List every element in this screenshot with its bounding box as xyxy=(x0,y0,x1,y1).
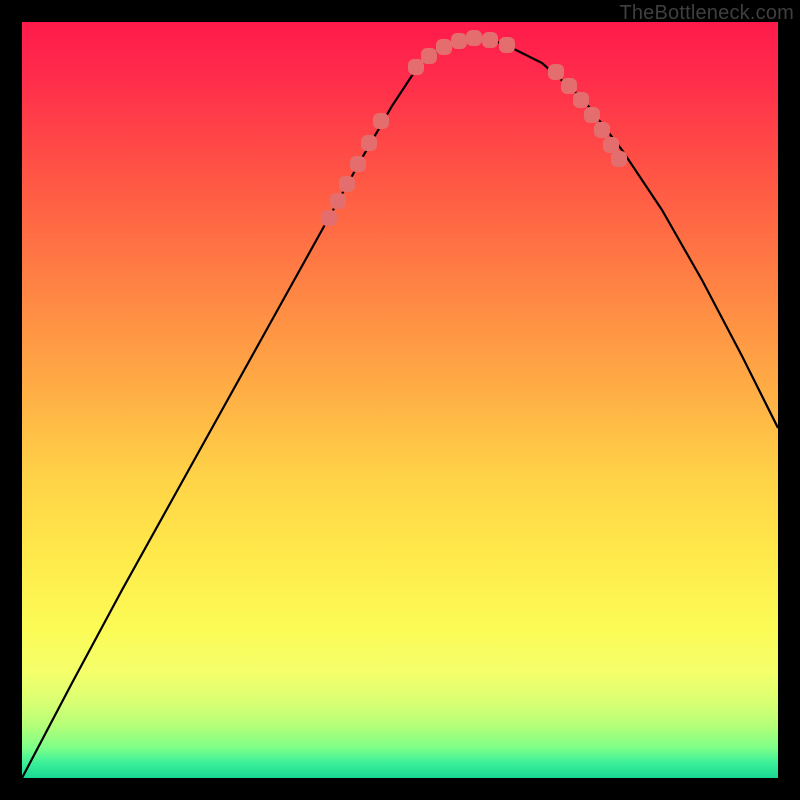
marker-dot xyxy=(330,193,346,209)
marker-dot xyxy=(339,176,355,192)
marker-dot xyxy=(466,30,482,46)
chart-plot-area xyxy=(22,22,778,778)
marker-dot xyxy=(573,92,589,108)
marker-dot xyxy=(321,210,337,226)
marker-dot xyxy=(548,64,564,80)
marker-dot xyxy=(561,78,577,94)
marker-dot xyxy=(350,156,366,172)
marker-dot xyxy=(451,33,467,49)
marker-dot xyxy=(594,122,610,138)
bottleneck-curve xyxy=(22,38,778,778)
marker-dot xyxy=(584,107,600,123)
marker-dot xyxy=(421,48,437,64)
marker-dot xyxy=(373,113,389,129)
marker-dot xyxy=(408,59,424,75)
marker-dot xyxy=(436,39,452,55)
watermark-text: TheBottleneck.com xyxy=(619,2,794,25)
marker-dot xyxy=(361,135,377,151)
marker-dot xyxy=(603,137,619,153)
highlighted-points xyxy=(321,30,627,226)
chart-svg xyxy=(22,22,778,778)
marker-dot xyxy=(499,37,515,53)
marker-dot xyxy=(482,32,498,48)
marker-dot xyxy=(611,151,627,167)
